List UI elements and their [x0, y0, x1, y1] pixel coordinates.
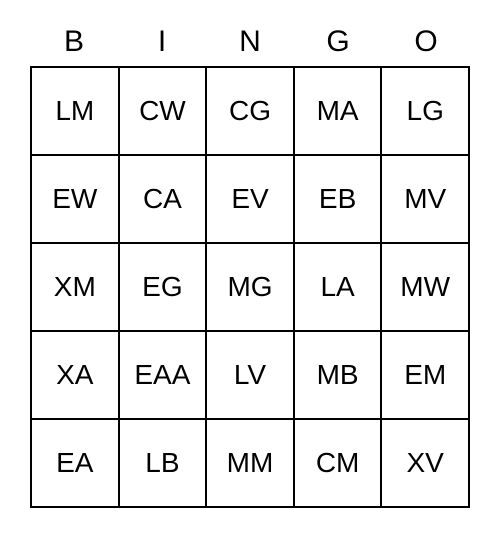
bingo-cell[interactable]: MW	[381, 243, 469, 331]
bingo-cell[interactable]: MG	[206, 243, 294, 331]
bingo-cell[interactable]: XV	[381, 419, 469, 507]
bingo-header-row: B I N G O	[30, 18, 470, 66]
bingo-cell[interactable]: CW	[119, 67, 207, 155]
bingo-cell[interactable]: CA	[119, 155, 207, 243]
bingo-cell[interactable]: MM	[206, 419, 294, 507]
bingo-cell[interactable]: LM	[31, 67, 119, 155]
bingo-cell[interactable]: EB	[294, 155, 382, 243]
bingo-cell[interactable]: EM	[381, 331, 469, 419]
header-cell-n: N	[206, 18, 294, 66]
bingo-cell[interactable]: EAA	[119, 331, 207, 419]
bingo-cell[interactable]: LB	[119, 419, 207, 507]
bingo-cell[interactable]: CM	[294, 419, 382, 507]
bingo-cell[interactable]: EW	[31, 155, 119, 243]
bingo-cell[interactable]: EV	[206, 155, 294, 243]
bingo-card: B I N G O LM CW CG MA LG EW CA EV EB MV …	[30, 18, 470, 508]
bingo-cell[interactable]: EA	[31, 419, 119, 507]
header-cell-i: I	[118, 18, 206, 66]
bingo-cell[interactable]: MV	[381, 155, 469, 243]
bingo-cell[interactable]: LV	[206, 331, 294, 419]
header-cell-g: G	[294, 18, 382, 66]
bingo-cell[interactable]: LG	[381, 67, 469, 155]
bingo-grid: LM CW CG MA LG EW CA EV EB MV XM EG MG L…	[30, 66, 470, 508]
bingo-cell[interactable]: EG	[119, 243, 207, 331]
header-cell-b: B	[30, 18, 118, 66]
bingo-cell[interactable]: MA	[294, 67, 382, 155]
bingo-cell[interactable]: XM	[31, 243, 119, 331]
bingo-cell[interactable]: LA	[294, 243, 382, 331]
bingo-cell[interactable]: CG	[206, 67, 294, 155]
header-cell-o: O	[382, 18, 470, 66]
bingo-cell[interactable]: MB	[294, 331, 382, 419]
bingo-cell[interactable]: XA	[31, 331, 119, 419]
